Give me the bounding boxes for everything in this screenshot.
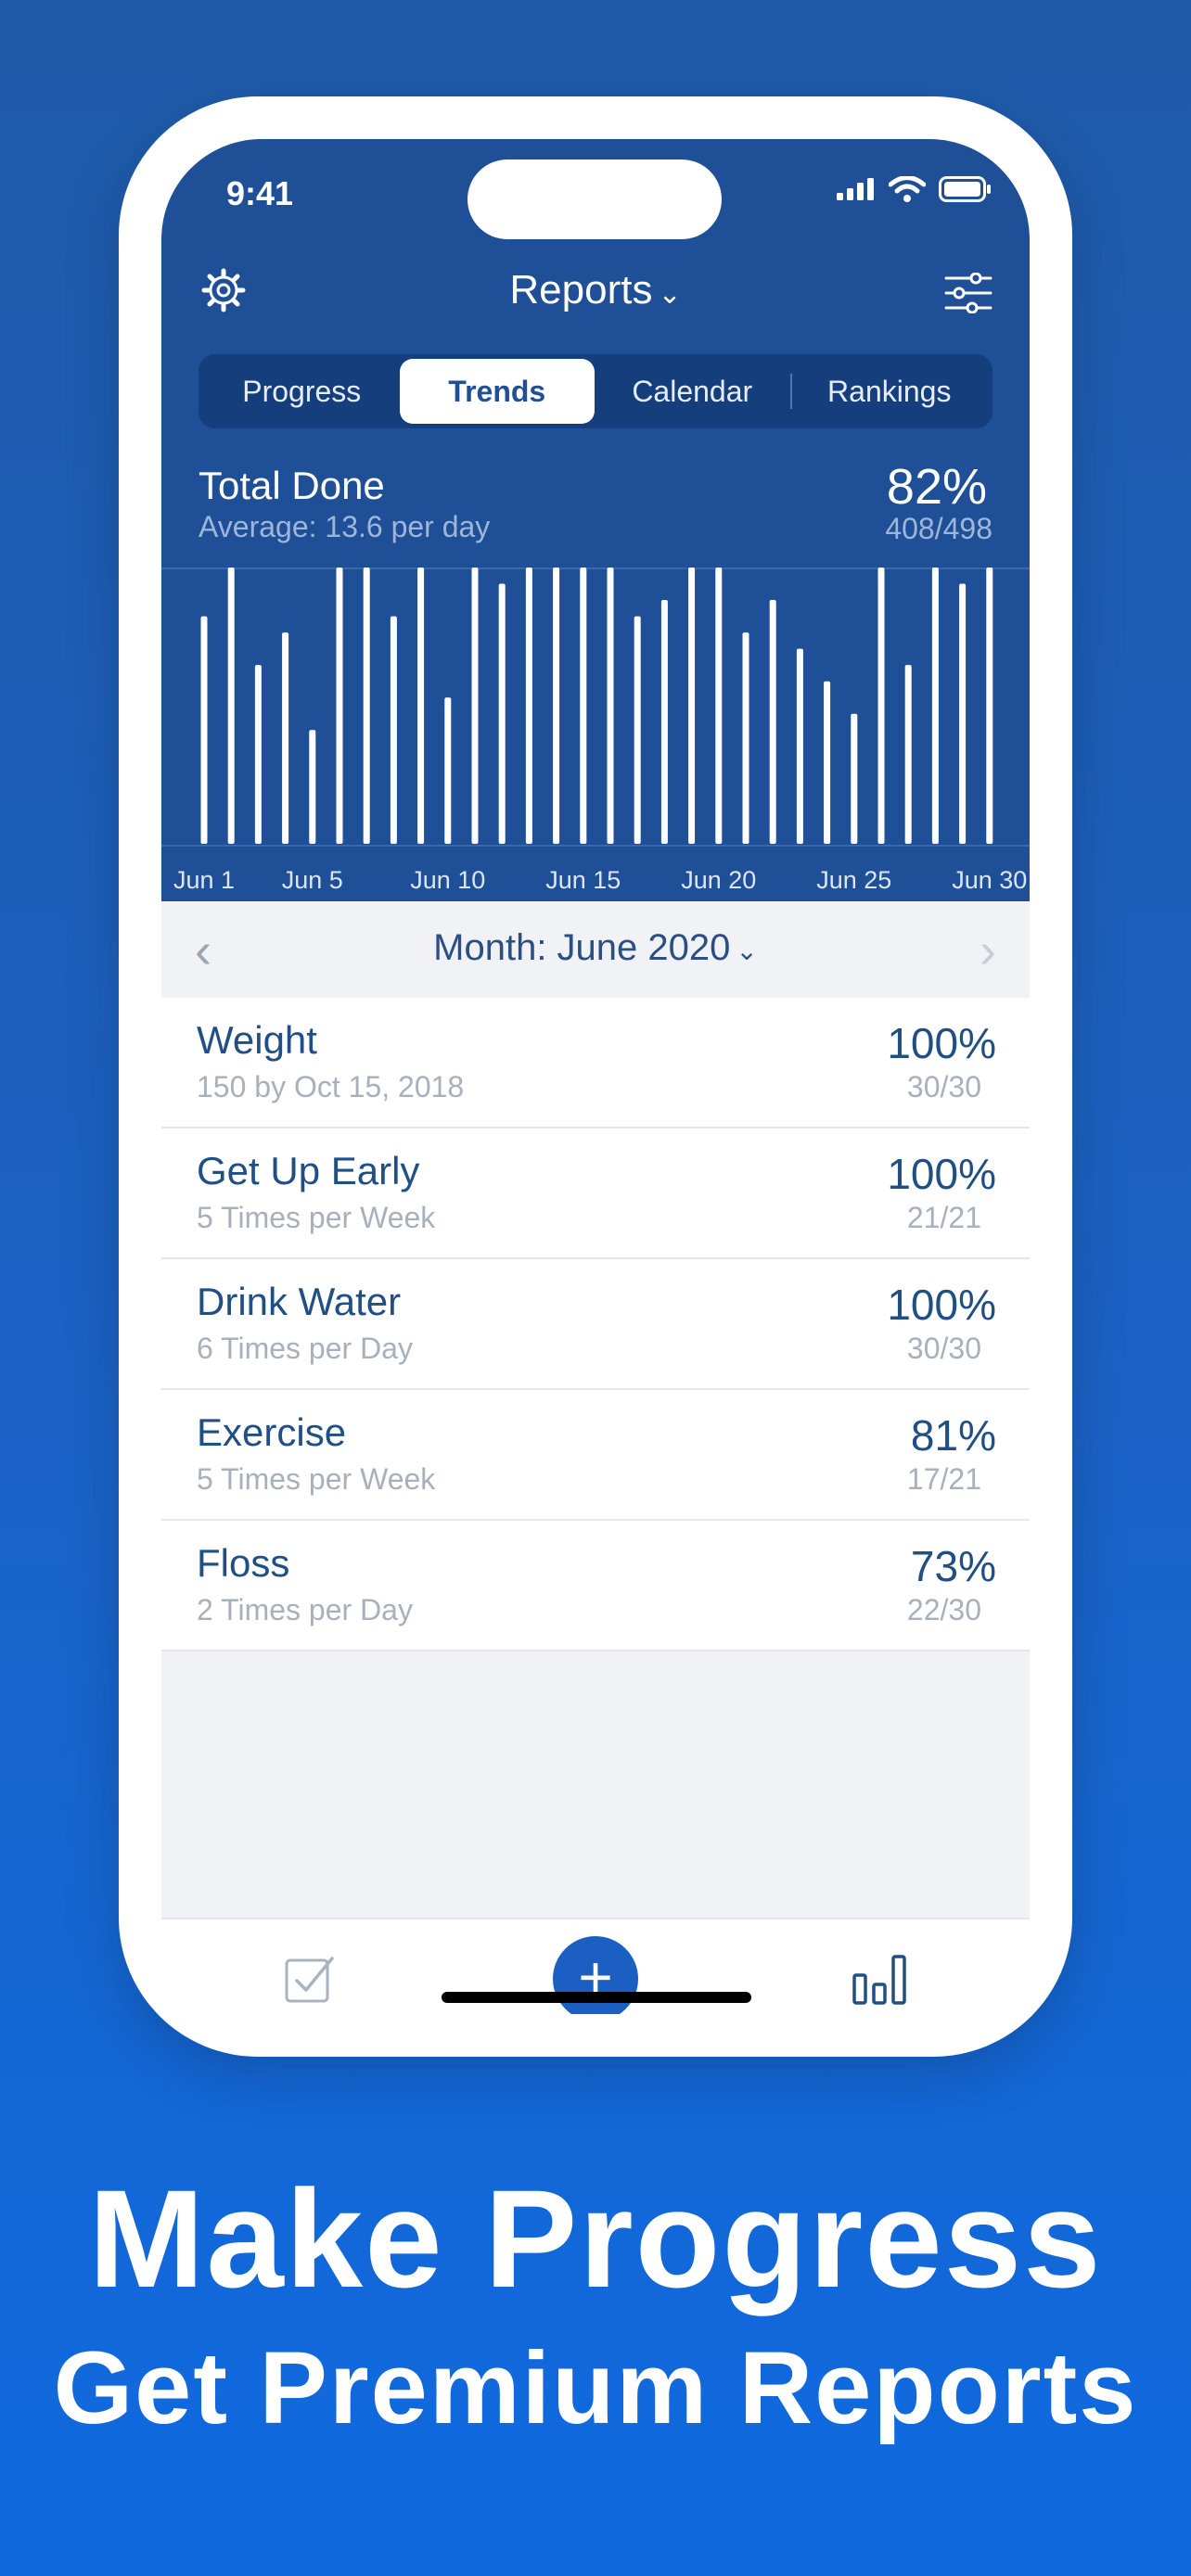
summary-fraction: 408/498 xyxy=(885,512,992,545)
habit-name: Drink Water xyxy=(197,1280,402,1323)
month-label: Month: June 2020 xyxy=(433,927,731,968)
chart-bar xyxy=(363,567,370,844)
marketing-headline: Make Progress xyxy=(88,2161,1103,2316)
reports-title-dropdown[interactable]: Reports ⌄ xyxy=(161,267,1030,313)
report-segmented-control: Progress Trends Calendar Rankings xyxy=(198,354,992,428)
app-screen: 9:41 Reports ⌄ Progress Trends Calendar … xyxy=(161,139,1030,2014)
chart-bar xyxy=(904,665,912,844)
tab-calendar[interactable]: Calendar xyxy=(595,359,790,424)
chart-bar xyxy=(959,583,967,844)
habit-fraction: 17/21 xyxy=(906,1462,981,1496)
chart-bar xyxy=(553,567,560,844)
habit-percent: 100% xyxy=(887,1019,996,1067)
habit-percent: 81% xyxy=(910,1411,996,1460)
x-tick-label: Jun 1 xyxy=(173,866,235,894)
habit-row-get-up-early[interactable]: Get Up Early 5 Times per Week 100% 21/21 xyxy=(161,1129,1030,1259)
chart-bar xyxy=(660,600,668,844)
habit-detail: 2 Times per Day xyxy=(197,1593,413,1626)
battery-icon xyxy=(939,176,991,202)
marketing-subline: Get Premium Reports xyxy=(53,2331,1138,2445)
habit-name: Floss xyxy=(197,1541,290,1585)
chart-bar xyxy=(309,730,316,844)
wifi-icon xyxy=(889,176,926,202)
chart-bar xyxy=(525,567,532,844)
reports-header-panel: 9:41 Reports ⌄ Progress Trends Calendar … xyxy=(161,139,1030,901)
chart-bar xyxy=(877,567,885,844)
chart-bar xyxy=(634,616,641,844)
chart-bar xyxy=(444,697,452,844)
habit-row-floss[interactable]: Floss 2 Times per Day 73% 22/30 xyxy=(161,1521,1030,1651)
habit-detail: 5 Times per Week xyxy=(197,1462,436,1496)
trends-chart-svg: Jun 1 Jun 5 Jun 10 Jun 15 Jun 20 Jun 25 Jun 30 xyxy=(161,567,1030,894)
bar-chart-icon[interactable] xyxy=(852,1953,907,2005)
x-tick-label: Jun 20 xyxy=(681,866,756,894)
summary-average: Average: 13.6 per day xyxy=(198,510,491,543)
chart-bar xyxy=(336,567,343,844)
checkbox-icon[interactable] xyxy=(284,1953,336,2005)
habit-fraction: 30/30 xyxy=(906,1070,981,1103)
habit-name: Weight xyxy=(197,1018,317,1062)
habit-row-drink-water[interactable]: Drink Water 6 Times per Day 100% 30/30 xyxy=(161,1259,1030,1390)
chart-bar xyxy=(200,616,208,844)
habit-name: Exercise xyxy=(197,1410,347,1454)
chevron-down-icon: ⌄ xyxy=(658,279,682,310)
home-indicator[interactable] xyxy=(442,1992,751,2003)
chart-bar xyxy=(227,567,235,844)
page-title: Reports xyxy=(509,267,653,312)
chart-bar xyxy=(986,567,993,844)
tab-rankings[interactable]: Rankings xyxy=(792,359,988,424)
status-icons xyxy=(837,176,992,202)
chart-bar xyxy=(688,567,696,844)
habit-name: Get Up Early xyxy=(197,1149,420,1192)
summary-title: Total Done xyxy=(198,464,385,507)
chevron-down-icon: ⌄ xyxy=(736,937,758,965)
x-tick-label: Jun 30 xyxy=(952,866,1027,894)
habit-percent: 73% xyxy=(910,1542,996,1590)
chart-bar xyxy=(417,567,425,844)
chart-bar xyxy=(931,567,939,844)
chart-bar xyxy=(498,583,506,844)
habit-detail: 6 Times per Day xyxy=(197,1332,413,1365)
cellular-signal-icon xyxy=(837,178,874,200)
chart-bar xyxy=(851,713,858,844)
chart-bar xyxy=(715,567,723,844)
month-dropdown[interactable]: Month: June 2020 ⌄ xyxy=(161,927,1030,969)
x-tick-label: Jun 15 xyxy=(545,866,621,894)
x-tick-label: Jun 5 xyxy=(282,866,343,894)
habit-percent: 100% xyxy=(887,1281,996,1329)
chart-bar xyxy=(796,648,803,844)
chart-bar xyxy=(580,567,587,844)
phone-frame: 9:41 Reports ⌄ Progress Trends Calendar … xyxy=(119,96,1072,2057)
trends-bar-chart: Jun 1 Jun 5 Jun 10 Jun 15 Jun 20 Jun 25 Jun 30 xyxy=(161,567,1030,901)
status-time: 9:41 xyxy=(226,174,294,212)
habit-list: Weight 150 by Oct 15, 2018 100% 30/30 Ge… xyxy=(161,998,1030,1651)
filter-sliders-icon[interactable] xyxy=(944,273,992,313)
chart-bar xyxy=(607,567,614,844)
chart-bar xyxy=(282,632,289,844)
habit-fraction: 21/21 xyxy=(906,1201,981,1234)
chart-bar xyxy=(824,681,831,844)
month-selector: ‹ Month: June 2020 ⌄ › xyxy=(161,901,1030,1000)
habit-percent: 100% xyxy=(887,1150,996,1198)
chart-bar xyxy=(390,616,397,844)
habit-fraction: 30/30 xyxy=(906,1332,981,1365)
habit-detail: 150 by Oct 15, 2018 xyxy=(197,1070,465,1103)
chart-bar xyxy=(742,632,749,844)
x-tick-label: Jun 10 xyxy=(410,866,485,894)
habit-detail: 5 Times per Week xyxy=(197,1201,436,1234)
habit-row-exercise[interactable]: Exercise 5 Times per Week 81% 17/21 xyxy=(161,1390,1030,1521)
chart-bar xyxy=(471,567,479,844)
tab-progress[interactable]: Progress xyxy=(204,359,400,424)
chart-bar xyxy=(769,600,776,844)
dynamic-island xyxy=(467,159,722,239)
summary-percent: 82% xyxy=(886,459,987,515)
x-tick-label: Jun 25 xyxy=(816,866,891,894)
tab-trends[interactable]: Trends xyxy=(399,359,595,424)
next-month-chevron-right-icon[interactable]: › xyxy=(980,922,996,979)
habit-fraction: 22/30 xyxy=(906,1593,981,1626)
chart-bar xyxy=(254,665,262,844)
habit-row-weight[interactable]: Weight 150 by Oct 15, 2018 100% 30/30 xyxy=(161,998,1030,1129)
